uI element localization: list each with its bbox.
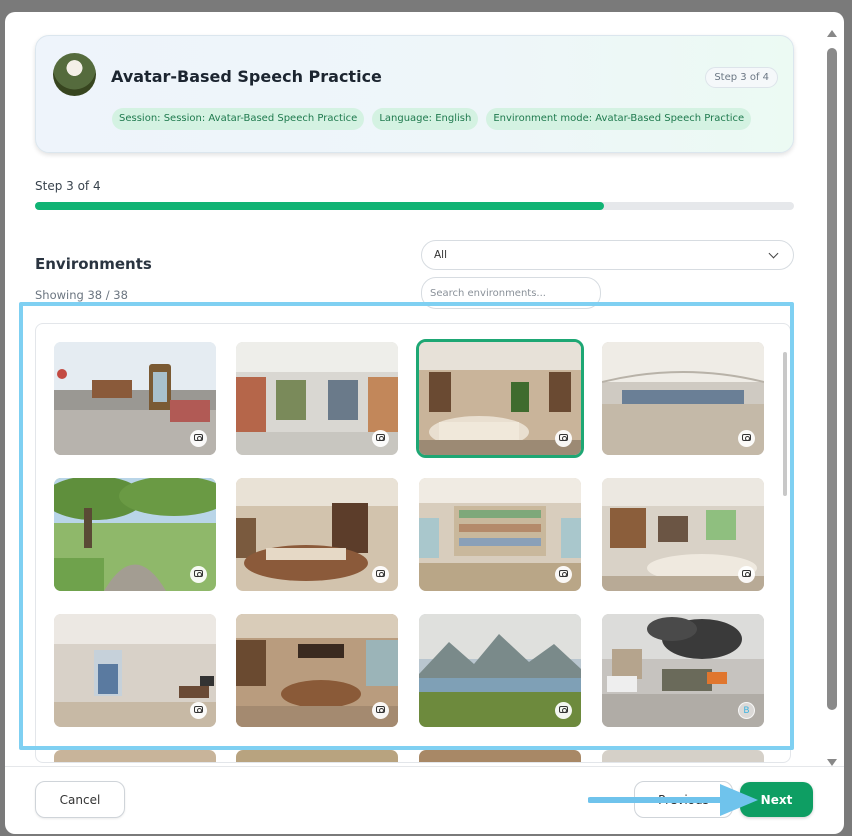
progress-label: Step 3 of 4	[35, 179, 101, 193]
tile-badge	[372, 430, 389, 447]
tile-badge	[738, 430, 755, 447]
previous-button[interactable]: Previous	[634, 781, 733, 818]
environment-tile-kitchen[interactable]	[602, 478, 764, 591]
environment-mode-chip: Environment mode: Avatar-Based Speech Pr…	[486, 108, 752, 130]
environment-tile-pharmacy[interactable]	[419, 478, 581, 591]
tile-badge	[555, 566, 572, 583]
environment-tile-cafe-counter[interactable]	[236, 614, 398, 727]
progress-fill	[35, 202, 605, 210]
tile-badge	[190, 702, 207, 719]
environment-tile-empty-room[interactable]	[54, 614, 216, 727]
tile-badge: B	[738, 702, 755, 719]
footer-divider	[5, 766, 844, 767]
session-chips: Session: Session: Avatar-Based Speech Pr…	[112, 108, 752, 130]
avatar	[53, 53, 96, 96]
tile-badge	[555, 430, 572, 447]
camera-icon	[376, 706, 385, 713]
environment-tile-burning-street[interactable]: B	[602, 614, 764, 727]
environment-tile-row4-4[interactable]	[602, 750, 764, 762]
progress-bar	[35, 202, 794, 210]
environment-tile-airport-terminal[interactable]	[602, 342, 764, 455]
environment-tile-office-reception[interactable]	[416, 339, 584, 458]
scroll-up-icon[interactable]	[827, 30, 837, 37]
session-title: Avatar-Based Speech Practice	[111, 67, 382, 86]
environment-tile-grocery-aisle[interactable]	[236, 342, 398, 455]
camera-icon	[559, 706, 568, 713]
grid-scrollbar-thumb[interactable]	[783, 352, 787, 496]
environment-grid: B	[35, 323, 791, 763]
camera-icon	[742, 434, 751, 441]
tile-badge	[738, 566, 755, 583]
scroll-thumb[interactable]	[827, 48, 837, 710]
session-chip: Session: Session: Avatar-Based Speech Pr…	[112, 108, 365, 130]
environment-tile-row4-1[interactable]	[54, 750, 216, 762]
scroll-down-icon[interactable]	[827, 759, 837, 766]
tile-badge	[555, 702, 572, 719]
session-header-card: Avatar-Based Speech Practice Step 3 of 4…	[35, 35, 794, 153]
tile-badge	[190, 430, 207, 447]
environment-tile-mountain-lake[interactable]	[419, 614, 581, 727]
environment-tile-living-room[interactable]	[236, 478, 398, 591]
language-chip: Language: English	[372, 108, 479, 130]
tile-badge	[372, 702, 389, 719]
environments-title: Environments	[35, 255, 152, 273]
camera-icon	[376, 434, 385, 441]
environment-tile-park-path[interactable]	[54, 478, 216, 591]
filter-selected-value: All	[434, 249, 448, 261]
camera-icon	[194, 434, 203, 441]
tile-badge	[190, 566, 207, 583]
modal-dialog: Avatar-Based Speech Practice Step 3 of 4…	[5, 12, 844, 834]
chevron-down-icon	[768, 248, 779, 259]
modal-scrollbar[interactable]	[826, 26, 838, 770]
environment-tile-row4-2[interactable]	[236, 750, 398, 762]
camera-icon	[559, 570, 568, 577]
environment-tile-street-bus-stop[interactable]	[54, 342, 216, 455]
camera-icon	[742, 570, 751, 577]
camera-icon	[559, 434, 568, 441]
step-badge: Step 3 of 4	[705, 67, 778, 88]
camera-icon	[194, 570, 203, 577]
tile-badge	[372, 566, 389, 583]
camera-icon	[376, 570, 385, 577]
environments-count: Showing 38 / 38	[35, 288, 128, 302]
next-button[interactable]: Next	[740, 782, 813, 817]
environment-tile-row4-3[interactable]	[419, 750, 581, 762]
search-input[interactable]	[421, 277, 601, 309]
environment-filter-select[interactable]: All	[421, 240, 794, 270]
cancel-button[interactable]: Cancel	[35, 781, 125, 818]
camera-icon	[194, 706, 203, 713]
